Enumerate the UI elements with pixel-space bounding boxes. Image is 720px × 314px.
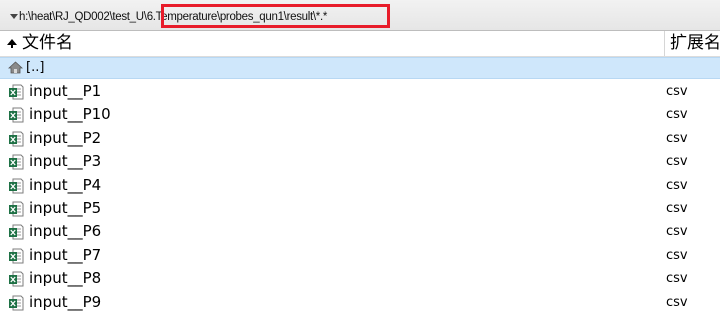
file-name: input__P4 [29,175,102,194]
column-header-name[interactable]: 文件名 [22,33,73,53]
excel-csv-file-icon [9,201,24,217]
file-name: input__P10 [29,105,111,124]
excel-csv-file-icon [9,154,24,170]
file-name: input__P8 [29,269,102,288]
file-row[interactable]: input__P6 csv [0,220,720,243]
file-row[interactable]: input__P9 csv [0,291,720,314]
file-row[interactable]: input__P10 csv [0,103,720,126]
excel-csv-file-icon [9,295,24,311]
file-name: input__P2 [29,128,102,147]
file-name: input__P5 [29,199,102,217]
file-name: input__P9 [29,292,102,311]
file-extension: csv [666,130,688,146]
file-row[interactable]: input__P2 csv [0,127,720,150]
column-header-extension[interactable]: 扩展名 [670,33,720,53]
file-extension: csv [666,84,688,99]
path-dropdown-icon[interactable] [10,14,18,19]
sort-ascending-icon-stem [11,44,13,48]
file-row[interactable]: input__P4 csv [0,174,720,197]
file-name: input__P3 [29,152,102,171]
file-extension: csv [666,247,688,263]
file-extension: csv [666,154,688,170]
file-extension: csv [666,201,688,216]
file-extension: csv [666,177,688,193]
parent-directory-label: [..] [26,60,45,75]
file-extension: csv [666,294,688,310]
file-name: input__P7 [29,245,102,264]
file-extension: csv [666,271,688,287]
path-prefix: h:\heat\RJ_QD002\test_U [19,11,144,23]
parent-directory-row[interactable] [0,57,720,79]
file-row[interactable]: input__P8 csv [0,267,720,290]
file-name: input__P6 [29,222,102,241]
file-row[interactable]: input__P3 csv [0,150,720,173]
excel-csv-file-icon [9,131,24,147]
column-separator[interactable] [664,31,665,56]
file-name: input__P1 [29,82,102,100]
excel-csv-file-icon [9,248,24,264]
excel-csv-file-icon [9,178,24,194]
file-row[interactable]: input__P7 csv [0,244,720,267]
excel-csv-file-icon [9,224,24,240]
excel-csv-file-icon [9,84,24,100]
excel-csv-file-icon [9,107,24,123]
path-highlight-annotation [161,4,390,28]
file-row[interactable]: input__P5 csv [0,197,720,220]
file-extension: csv [666,224,688,240]
up-folder-icon [8,61,23,74]
file-extension: csv [666,107,688,123]
column-header-row [0,31,720,57]
file-row[interactable]: input__P1 csv [0,80,720,103]
excel-csv-file-icon [9,271,24,287]
